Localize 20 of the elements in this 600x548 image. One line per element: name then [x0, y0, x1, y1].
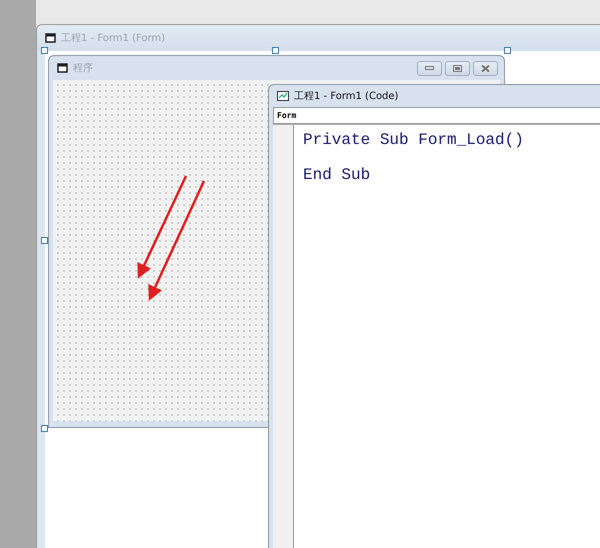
- window-title: 工程1 - Form1 (Form): [61, 32, 166, 45]
- code-window-icon: [277, 91, 289, 101]
- close-icon: [481, 64, 490, 72]
- resize-handle[interactable]: [504, 47, 511, 54]
- resize-handle[interactable]: [41, 425, 48, 432]
- code-line: End Sub: [303, 165, 372, 186]
- code-window-title: 工程1 - Form1 (Code): [294, 90, 398, 103]
- maximize-button[interactable]: [445, 60, 470, 76]
- object-dropdown[interactable]: Form: [273, 107, 600, 124]
- maximize-icon: [453, 64, 462, 72]
- form-icon: [57, 63, 68, 73]
- form-title: 程序: [73, 62, 93, 75]
- close-button[interactable]: [473, 60, 498, 76]
- code-line: Private Sub Form_Load(): [303, 130, 525, 151]
- resize-handle[interactable]: [41, 47, 48, 54]
- form-icon: [45, 33, 56, 43]
- resize-handle[interactable]: [272, 47, 279, 54]
- minimize-button[interactable]: [417, 60, 442, 76]
- resize-handle[interactable]: [41, 237, 48, 244]
- minimize-icon: [425, 65, 434, 71]
